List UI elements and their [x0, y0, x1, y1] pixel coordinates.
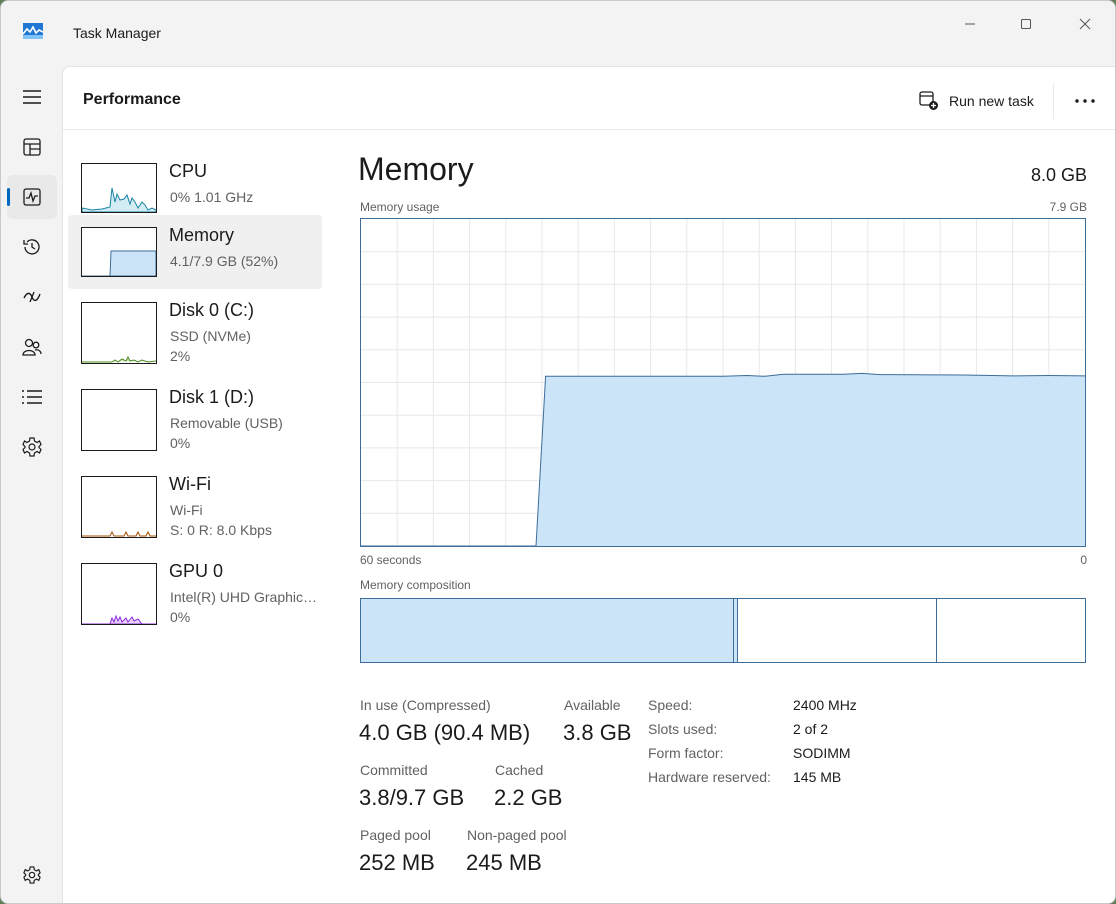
active-nav-indicator [7, 188, 10, 206]
processes-icon [23, 138, 41, 156]
nav-item-app-history[interactable] [7, 225, 57, 269]
resource-type: SSD (NVMe) [170, 328, 251, 344]
run-new-task-label: Run new task [949, 93, 1034, 109]
non-paged-pool-value: 245 MB [466, 850, 542, 875]
resource-usage: 0% [170, 609, 191, 625]
resource-item-wifi[interactable]: Wi-Fi Wi-Fi S: 0 R: 8.0 Kbps [68, 464, 322, 538]
services-icon [22, 437, 42, 457]
disk-1-thumbnail-graph [81, 389, 157, 451]
memory-total: 8.0 GB [1030, 165, 1087, 185]
nav-item-services[interactable] [7, 425, 57, 469]
resource-detail: 4.1/7.9 GB (52%) [170, 253, 279, 269]
performance-page: Performance Run new task CPU 0% 1.01 GHz… [62, 66, 1115, 903]
speed-value: 2400 MHz [793, 697, 857, 713]
gpu-0-thumbnail-graph [81, 563, 157, 625]
task-manager-window: Task Manager Performance Run new task CP… [0, 0, 1116, 904]
resource-type: Wi-Fi [170, 502, 203, 518]
minimize-button[interactable] [947, 9, 993, 39]
committed-label: Committed [360, 762, 428, 778]
resource-name: CPU [169, 161, 208, 181]
wifi-thumbnail-graph [81, 476, 157, 538]
composition-free[interactable] [937, 599, 1084, 662]
time-axis-end: 0 [1080, 553, 1087, 567]
memory-composition-bar [360, 598, 1086, 663]
resource-item-disk-1[interactable]: Disk 1 (D:) Removable (USB) 0% [68, 377, 322, 451]
memory-composition-label: Memory composition [360, 578, 471, 592]
resource-name: Wi-Fi [169, 474, 211, 494]
hamburger-menu-icon [23, 90, 41, 104]
close-button[interactable] [1062, 9, 1108, 39]
cached-value: 2.2 GB [494, 785, 563, 810]
app-history-icon [23, 239, 40, 255]
nav-item-startup-apps[interactable] [7, 275, 57, 319]
in-use-label: In use (Compressed) [360, 697, 491, 713]
resource-detail: 0% 1.01 GHz [170, 189, 254, 205]
performance-icon [23, 188, 41, 206]
resource-type: Removable (USB) [170, 415, 283, 431]
composition-standby[interactable] [738, 599, 937, 662]
speed-label: Speed: [648, 697, 693, 713]
composition-in-use[interactable] [361, 599, 734, 662]
memory-usage-label: Memory usage [360, 200, 440, 214]
details-icon [22, 390, 42, 404]
nav-menu-button[interactable] [7, 75, 57, 119]
disk-0-thumbnail-graph [81, 302, 157, 364]
available-label: Available [564, 697, 621, 713]
minimize-icon [965, 23, 975, 25]
nav-item-performance[interactable] [7, 175, 57, 219]
slots-used-label: Slots used: [648, 721, 718, 737]
cpu-thumbnail-graph [81, 163, 157, 213]
maximize-button[interactable] [1003, 9, 1049, 39]
run-new-task-button[interactable]: Run new task [915, 85, 1038, 117]
time-axis-start: 60 seconds [360, 553, 422, 567]
cached-label: Cached [495, 762, 544, 778]
resource-item-cpu[interactable]: CPU 0% 1.01 GHz [68, 151, 322, 225]
form-factor-label: Form factor: [648, 745, 724, 761]
paged-pool-label: Paged pool [360, 827, 431, 843]
nav-item-processes[interactable] [7, 125, 57, 169]
resource-usage: 2% [170, 348, 191, 364]
resource-name: Disk 1 (D:) [169, 387, 254, 407]
resource-item-disk-0[interactable]: Disk 0 (C:) SSD (NVMe) 2% [68, 290, 322, 364]
memory-usage-max: 7.9 GB [1049, 200, 1087, 214]
resource-title: Memory [358, 151, 474, 187]
resource-name: GPU 0 [169, 561, 224, 581]
command-bar-separator [63, 129, 1115, 130]
nav-item-users[interactable] [7, 325, 57, 369]
title-bar: Task Manager [1, 1, 1115, 65]
non-paged-pool-label: Non-paged pool [467, 827, 567, 843]
resource-name: Memory [169, 225, 235, 245]
resource-type: Intel(R) UHD Graphic… [170, 589, 318, 605]
in-use-value: 4.0 GB (90.4 MB) [359, 720, 531, 745]
resource-item-gpu-0[interactable]: GPU 0 Intel(R) UHD Graphic… 0% [68, 551, 322, 625]
committed-value: 3.8/9.7 GB [359, 785, 465, 810]
more-options-icon [1075, 99, 1095, 103]
page-title: Performance [83, 91, 181, 108]
form-factor-value: SODIMM [793, 745, 851, 761]
hardware-reserved-label: Hardware reserved: [648, 769, 771, 785]
task-manager-app-icon [23, 23, 43, 39]
window-title: Task Manager [73, 25, 161, 41]
resource-item-memory[interactable]: Memory 4.1/7.9 GB (52%) [68, 215, 322, 289]
more-options-button[interactable] [1067, 85, 1103, 117]
users-icon [22, 338, 42, 356]
paged-pool-value: 252 MB [359, 850, 435, 875]
startup-apps-icon [23, 291, 41, 303]
available-value: 3.8 GB [563, 720, 632, 745]
slots-used-value: 2 of 2 [793, 721, 829, 737]
resource-name: Disk 0 (C:) [169, 300, 254, 320]
run-new-task-icon [919, 91, 938, 110]
close-icon [1079, 18, 1091, 30]
memory-thumbnail-graph [81, 227, 157, 277]
hardware-reserved-value: 145 MB [793, 769, 842, 785]
settings-gear-icon [23, 866, 41, 884]
resource-usage: S: 0 R: 8.0 Kbps [170, 522, 272, 538]
memory-usage-graph [360, 218, 1086, 547]
command-bar-divider [1053, 83, 1054, 119]
nav-item-settings[interactable] [7, 853, 57, 897]
maximize-icon [1021, 19, 1031, 29]
nav-item-details[interactable] [7, 375, 57, 419]
resource-usage: 0% [170, 435, 191, 451]
